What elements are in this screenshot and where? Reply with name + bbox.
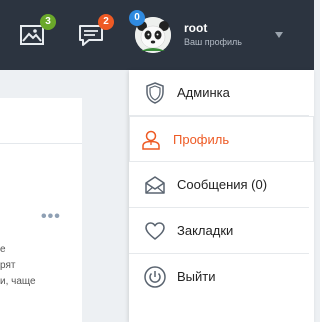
menu-item-logout[interactable]: Выйти [129, 254, 314, 300]
images-button[interactable]: 3 [20, 14, 56, 48]
user-profile-link[interactable]: Ваш профиль [184, 37, 242, 47]
text-fragment-2: рят [0, 260, 16, 271]
text-fragment-3: и, чаще [0, 276, 36, 287]
menu-item-admin[interactable]: Админка [129, 70, 314, 116]
text-fragment-1: е [0, 244, 6, 255]
chevron-down-icon[interactable] [275, 32, 283, 38]
heart-icon [143, 219, 167, 243]
card-divider [0, 143, 82, 144]
menu-item-label: Закладки [177, 223, 234, 238]
user-dropdown-menu: Админка Профиль Сообщения (0) Закладки В… [129, 70, 314, 322]
avatar-count-badge: 0 [129, 10, 145, 26]
menu-item-label: Выйти [177, 269, 216, 284]
top-bar: 3 2 0 root Ваш профиль [0, 0, 314, 70]
images-count-badge: 3 [40, 14, 56, 30]
more-options-icon[interactable]: ••• [41, 208, 61, 226]
user-icon [139, 128, 163, 152]
messages-count-badge: 2 [98, 14, 114, 30]
power-icon [143, 265, 167, 289]
menu-item-label: Профиль [173, 132, 230, 147]
menu-item-label: Админка [177, 85, 230, 100]
menu-item-messages[interactable]: Сообщения (0) [129, 162, 314, 208]
messages-button[interactable]: 2 [78, 14, 114, 48]
shield-icon [143, 81, 167, 105]
menu-item-profile[interactable]: Профиль [129, 116, 314, 162]
menu-item-bookmarks[interactable]: Закладки [129, 208, 314, 254]
menu-item-label: Сообщения (0) [177, 177, 268, 192]
user-name[interactable]: root [184, 21, 207, 35]
avatar[interactable]: 0 [129, 10, 171, 53]
envelope-icon [143, 173, 167, 197]
